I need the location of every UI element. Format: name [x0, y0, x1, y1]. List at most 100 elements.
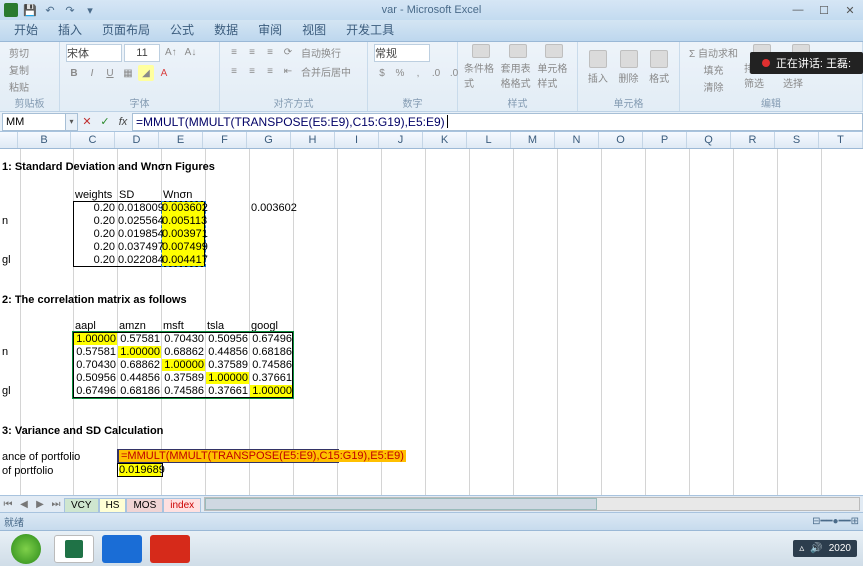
align-center-icon[interactable]: ≡ [244, 63, 260, 79]
col-header[interactable]: S [775, 132, 819, 148]
ribbon-tab-review[interactable]: 审阅 [248, 18, 292, 41]
underline-button[interactable]: U [102, 65, 118, 81]
ribbon-tab-insert[interactable]: 插入 [48, 18, 92, 41]
cond-format-button[interactable]: 条件格式 [464, 44, 498, 90]
percent-icon[interactable]: % [392, 65, 408, 81]
align-left-icon[interactable]: ≡ [226, 63, 242, 79]
decrease-font-icon[interactable]: A↓ [182, 44, 200, 60]
sheet-nav-next[interactable]: ▶ [32, 496, 48, 512]
currency-icon[interactable]: $ [374, 65, 390, 81]
col-header[interactable]: Q [687, 132, 731, 148]
ribbon-tab-home[interactable]: 开始 [4, 18, 48, 41]
inc-decimal-icon[interactable]: .0 [428, 65, 444, 81]
horizontal-scrollbar[interactable] [204, 497, 860, 511]
window-maximize-button[interactable]: ☐ [811, 0, 837, 20]
taskbar-app-blue[interactable] [102, 535, 142, 563]
label-variance: ance of portfolio [2, 451, 80, 463]
merge-button[interactable]: 合并后居中 [298, 63, 354, 79]
col-header[interactable]: K [423, 132, 467, 148]
align-top-icon[interactable]: ≡ [226, 44, 242, 60]
increase-font-icon[interactable]: A↑ [162, 44, 180, 60]
qat-undo-icon[interactable]: ↶ [42, 2, 58, 18]
autosum-button[interactable]: Σ 自动求和 [686, 44, 741, 60]
corr-cell: 0.70430 [162, 333, 204, 345]
col-header[interactable]: L [467, 132, 511, 148]
qat-redo-icon[interactable]: ↷ [62, 2, 78, 18]
bold-button[interactable]: B [66, 65, 82, 81]
fx-icon[interactable]: fx [114, 113, 132, 131]
sheet-nav-prev[interactable]: ◀ [16, 496, 32, 512]
font-size-select[interactable] [124, 44, 160, 62]
window-close-button[interactable]: ✕ [837, 0, 863, 20]
number-format-select[interactable] [374, 44, 430, 62]
col-header[interactable]: M [511, 132, 555, 148]
sheet-tab[interactable]: VCY [64, 498, 99, 512]
corr-cell: 0.67496 [74, 385, 116, 397]
col-header[interactable]: G [247, 132, 291, 148]
sheet-tab[interactable]: index [163, 498, 201, 512]
taskbar-app-pdf[interactable] [150, 535, 190, 563]
system-tray[interactable]: ▵ 🔊 2020 [793, 540, 857, 557]
col-header[interactable]: J [379, 132, 423, 148]
format-cell-button[interactable]: 格式 [645, 44, 673, 90]
sheet-nav-first[interactable]: ⏮ [0, 496, 16, 512]
wrap-text-button[interactable]: 自动换行 [298, 44, 344, 60]
orientation-icon[interactable]: ⟳ [280, 44, 296, 60]
cell-style-button[interactable]: 单元格样式 [537, 44, 571, 90]
align-right-icon[interactable]: ≡ [262, 63, 278, 79]
font-color-button[interactable]: A [156, 65, 172, 81]
table-format-button[interactable]: 套用表格格式 [501, 44, 535, 90]
insert-cell-button[interactable]: 插入 [584, 44, 612, 90]
col-header[interactable]: T [819, 132, 863, 148]
col-header[interactable]: F [203, 132, 247, 148]
col-header[interactable]: N [555, 132, 599, 148]
formula-input[interactable]: =MMULT(MMULT(TRANSPOSE(E5:E9),C15:G19),E… [132, 113, 863, 131]
fill-color-button[interactable]: ◢ [138, 65, 154, 81]
ribbon-tab-layout[interactable]: 页面布局 [92, 18, 160, 41]
copy-button[interactable]: 复制 [6, 61, 32, 77]
name-box[interactable]: MM [2, 113, 66, 131]
window-title: var - Microsoft Excel [382, 4, 482, 16]
start-button[interactable] [6, 535, 46, 563]
name-box-dropdown[interactable]: ▾ [66, 113, 78, 131]
align-bot-icon[interactable]: ≡ [262, 44, 278, 60]
qat-save-icon[interactable]: 💾 [22, 2, 38, 18]
delete-cell-button[interactable]: 删除 [615, 44, 643, 90]
col-header[interactable]: E [159, 132, 203, 148]
col-header[interactable]: R [731, 132, 775, 148]
col-header[interactable]: B [18, 132, 71, 148]
scrollbar-thumb[interactable] [205, 498, 597, 510]
ribbon-tab-formulas[interactable]: 公式 [160, 18, 204, 41]
formula-cancel-button[interactable]: ✕ [78, 113, 96, 131]
align-mid-icon[interactable]: ≡ [244, 44, 260, 60]
col-header[interactable]: O [599, 132, 643, 148]
ribbon-tab-dev[interactable]: 开发工具 [336, 18, 404, 41]
qat-dropdown-icon[interactable]: ▾ [82, 2, 98, 18]
ribbon-tab-view[interactable]: 视图 [292, 18, 336, 41]
spreadsheet-grid[interactable]: 1: Standard Deviation and Wnσn Figures w… [0, 149, 863, 495]
taskbar-excel[interactable] [54, 535, 94, 563]
col-header[interactable]: C [71, 132, 115, 148]
col-header[interactable]: H [291, 132, 335, 148]
col-header[interactable]: I [335, 132, 379, 148]
border-button[interactable]: ▦ [120, 65, 136, 81]
sheet-nav-last[interactable]: ⏭ [48, 496, 64, 512]
select-all-corner[interactable] [0, 132, 18, 148]
clear-button[interactable]: 清除 [686, 78, 741, 94]
indent-dec-icon[interactable]: ⇤ [280, 63, 296, 79]
comma-icon[interactable]: , [410, 65, 426, 81]
col-header[interactable]: P [643, 132, 687, 148]
zoom-controls[interactable]: ⊟━━●━━⊞ [812, 516, 859, 527]
section3-heading: 3: Variance and SD Calculation [2, 425, 163, 437]
italic-button[interactable]: I [84, 65, 100, 81]
sheet-tab[interactable]: HS [99, 498, 127, 512]
sheet-tab[interactable]: MOS [126, 498, 163, 512]
font-name-select[interactable] [66, 44, 122, 62]
cut-button[interactable]: 剪切 [6, 44, 32, 60]
window-minimize-button[interactable]: — [785, 0, 811, 20]
col-header[interactable]: D [115, 132, 159, 148]
ribbon-tab-data[interactable]: 数据 [204, 18, 248, 41]
paste-button[interactable]: 粘贴 [6, 78, 32, 94]
formula-enter-button[interactable]: ✓ [96, 113, 114, 131]
fill-button[interactable]: 填充 [686, 61, 741, 77]
